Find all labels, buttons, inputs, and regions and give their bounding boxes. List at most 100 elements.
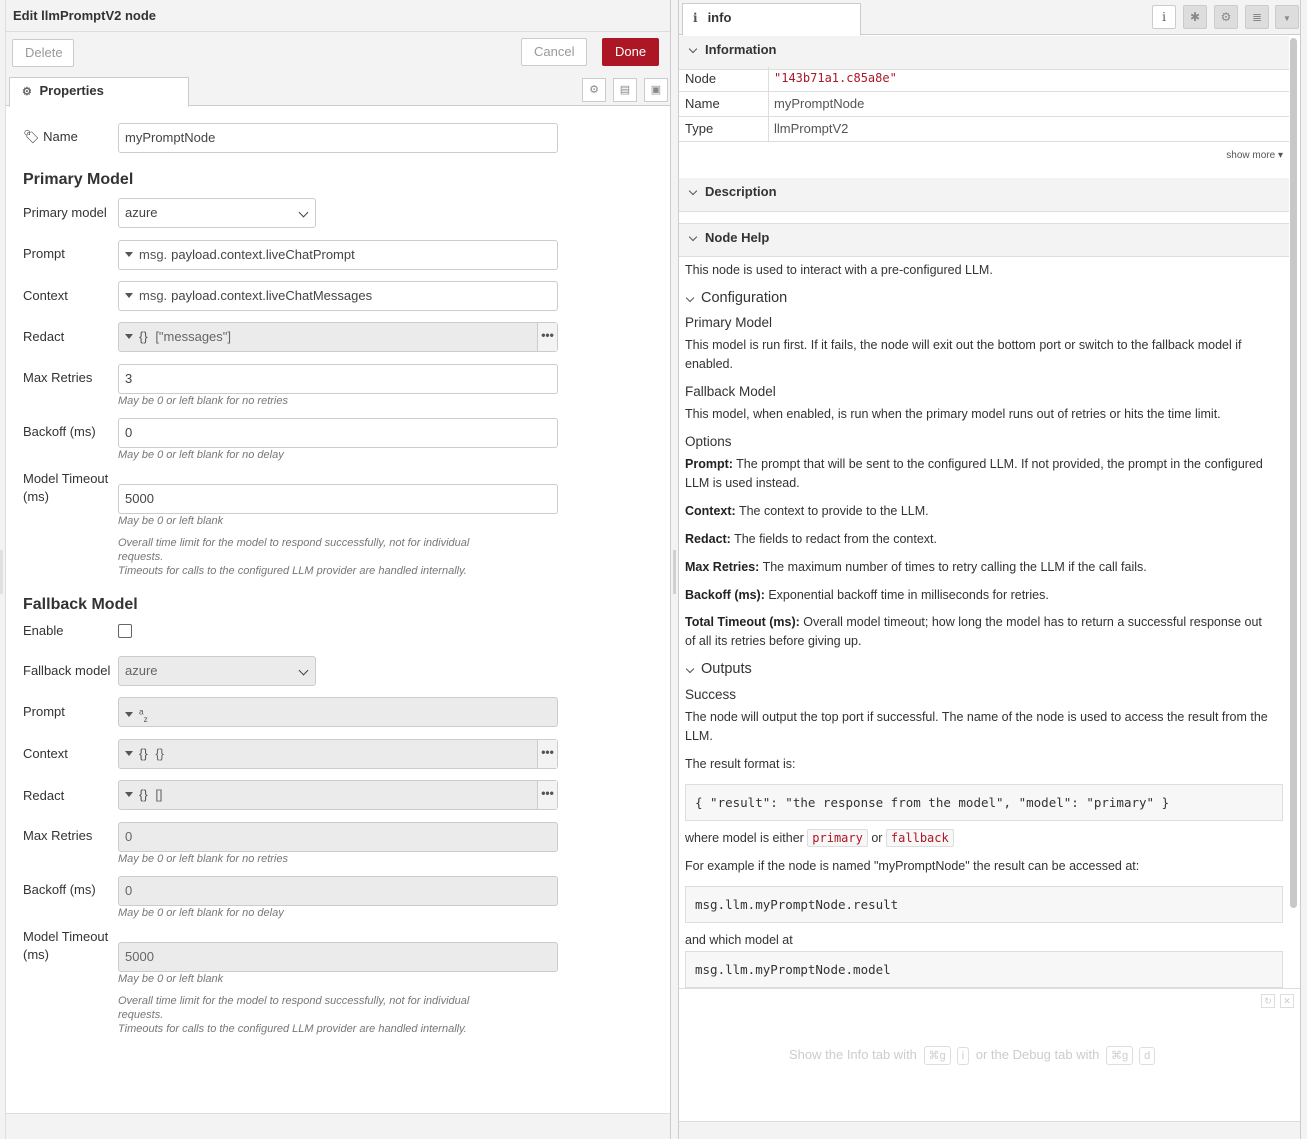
- fallback-model-label: Fallback model: [23, 663, 111, 678]
- primary-context-value: payload.context.liveChatMessages: [171, 288, 373, 303]
- caret-down-icon: [125, 252, 133, 258]
- fallback-retries-input[interactable]: 0: [118, 822, 558, 852]
- type-json[interactable]: {}: [139, 787, 148, 802]
- appearance-tab-button[interactable]: ▣: [644, 78, 668, 102]
- done-button[interactable]: Done: [602, 38, 659, 66]
- refresh-icon[interactable]: ↻: [1261, 994, 1275, 1008]
- primary-timeout-note: Overall time limit for the model to resp…: [118, 537, 470, 577]
- info-row-name: Name myPromptNode: [679, 92, 1289, 117]
- type-json[interactable]: {}: [139, 329, 148, 344]
- fallback-timeout-label: Model Timeout (ms): [23, 929, 109, 962]
- code-fallback: fallback: [885, 829, 954, 847]
- sidebar-content: Information Node "143b71a1.c85a8e" Name …: [679, 36, 1289, 988]
- info-key: Name: [685, 96, 720, 111]
- outputs-heading[interactable]: Outputs: [685, 661, 752, 677]
- primary-retries-help: May be 0 or left blank for no retries: [118, 395, 288, 407]
- fallback-model-value: azure: [125, 663, 158, 678]
- fallback-backoff-input[interactable]: 0: [118, 876, 558, 906]
- chevron-down-icon: [298, 207, 309, 218]
- primary-model-label: Primary model: [23, 205, 107, 220]
- fallback-context-input[interactable]: {} {} •••: [118, 739, 558, 769]
- tab-info[interactable]: i info: [682, 3, 861, 36]
- info-value: llmPromptV2: [774, 121, 849, 136]
- primary-model-select[interactable]: azure: [118, 198, 316, 228]
- fallback-enable-checkbox[interactable]: [118, 624, 132, 638]
- help-example-text: For example if the node is named "myProm…: [685, 859, 1140, 873]
- gear-icon: ⚙: [589, 84, 599, 96]
- fallback-redact-label: Redact: [23, 788, 65, 803]
- primary-prompt-input[interactable]: msg. payload.context.liveChatPrompt: [118, 240, 558, 270]
- primary-timeout-input[interactable]: 5000: [118, 484, 558, 514]
- close-icon[interactable]: ✕: [1280, 994, 1294, 1008]
- fallback-retries-help: May be 0 or left blank for no retries: [118, 853, 288, 865]
- sidebar-menu-button[interactable]: ▼: [1275, 5, 1299, 29]
- caret-down-icon: [125, 712, 133, 718]
- cancel-button[interactable]: Cancel: [521, 38, 587, 66]
- tab-properties[interactable]: ⚙ Properties: [9, 77, 189, 107]
- help-success-text: The node will output the top port if suc…: [685, 710, 1268, 743]
- primary-backoff-help: May be 0 or left blank for no delay: [118, 449, 284, 461]
- type-json[interactable]: {}: [139, 746, 148, 761]
- type-string[interactable]: az: [139, 707, 148, 724]
- debug-tab-button[interactable]: ✱: [1183, 5, 1207, 29]
- help-which-text: and which model at: [685, 933, 793, 947]
- node-id-value[interactable]: "143b71a1.c85a8e": [774, 71, 897, 85]
- sidebar-tips-panel: ↻ ✕ Show the Info tab with ⌘g i or the De…: [679, 988, 1300, 1121]
- fallback-timeout-input[interactable]: 5000: [118, 942, 558, 972]
- help-primary-text: This model is run first. If it fails, th…: [685, 338, 1242, 371]
- description-section-header[interactable]: Description: [679, 178, 1289, 212]
- information-section-header[interactable]: Information: [679, 36, 1289, 70]
- caret-down-icon: [125, 293, 133, 299]
- primary-context-input[interactable]: msg. payload.context.liveChatMessages: [118, 281, 558, 311]
- primary-retries-input[interactable]: 3: [118, 364, 558, 394]
- primary-retries-label: Max Retries: [23, 370, 93, 385]
- info-tab-button[interactable]: i: [1152, 5, 1176, 29]
- expand-editor-button[interactable]: •••: [537, 323, 557, 351]
- delete-button[interactable]: Delete: [12, 39, 74, 67]
- tag-icon: 🏷: [23, 129, 40, 144]
- caret-down-icon: [125, 751, 133, 757]
- primary-redact-input[interactable]: {} ["messages"] •••: [118, 322, 558, 352]
- resize-handle-left[interactable]: [0, 550, 3, 594]
- fallback-prompt-input[interactable]: az: [118, 697, 558, 727]
- name-input[interactable]: myPromptNode: [118, 123, 558, 153]
- expand-editor-button[interactable]: •••: [537, 781, 557, 809]
- chevron-down-icon: [688, 44, 698, 54]
- fallback-redact-value: []: [155, 787, 163, 802]
- show-more-link[interactable]: show more ▾: [1226, 150, 1283, 161]
- description-tab-button[interactable]: ▤: [613, 78, 637, 102]
- resize-handle-sidebar[interactable]: [673, 550, 676, 594]
- fallback-model-heading: Fallback Model: [23, 596, 138, 613]
- context-tab-button[interactable]: ≣: [1245, 5, 1269, 29]
- primary-prompt-label: Prompt: [23, 246, 65, 261]
- config-tab-button[interactable]: ⚙: [1214, 5, 1238, 29]
- fallback-model-select[interactable]: azure: [118, 656, 316, 686]
- help-fallback-text: This model, when enabled, is run when th…: [685, 407, 1221, 421]
- tray-footer: [6, 1113, 670, 1139]
- primary-backoff-input[interactable]: 0: [118, 418, 558, 448]
- sidebar-scrollbar[interactable]: [1290, 38, 1297, 908]
- fallback-enable-label: Enable: [23, 623, 64, 638]
- sidebar: i info i ✱ ⚙ ≣ ▼ Information Node "143b71…: [678, 0, 1301, 1139]
- type-msg[interactable]: msg.: [139, 247, 167, 262]
- caret-down-icon: [125, 334, 133, 340]
- fallback-redact-input[interactable]: {} [] •••: [118, 780, 558, 810]
- primary-context-label: Context: [23, 288, 68, 303]
- fallback-backoff-help: May be 0 or left blank for no delay: [118, 907, 284, 919]
- info-icon: i: [693, 11, 698, 25]
- chevron-down-icon: [685, 293, 695, 303]
- sidebar-footer: [679, 1121, 1300, 1139]
- fallback-timeout-help: May be 0 or left blank: [118, 973, 224, 985]
- help-option-context: Context: The context to provide to the L…: [685, 504, 929, 518]
- info-key: Type: [685, 121, 714, 136]
- settings-tab-button[interactable]: ⚙: [582, 78, 606, 102]
- chevron-down-icon: [685, 664, 695, 674]
- help-options-heading: Options: [685, 434, 732, 449]
- node-help-section-header[interactable]: Node Help: [679, 223, 1289, 257]
- expand-editor-button[interactable]: •••: [537, 740, 557, 768]
- type-msg[interactable]: msg.: [139, 288, 167, 303]
- configuration-heading[interactable]: Configuration: [685, 290, 787, 306]
- chevron-down-icon: ▼: [1283, 14, 1291, 23]
- fallback-prompt-label: Prompt: [23, 704, 65, 719]
- caret-down-icon: [125, 792, 133, 798]
